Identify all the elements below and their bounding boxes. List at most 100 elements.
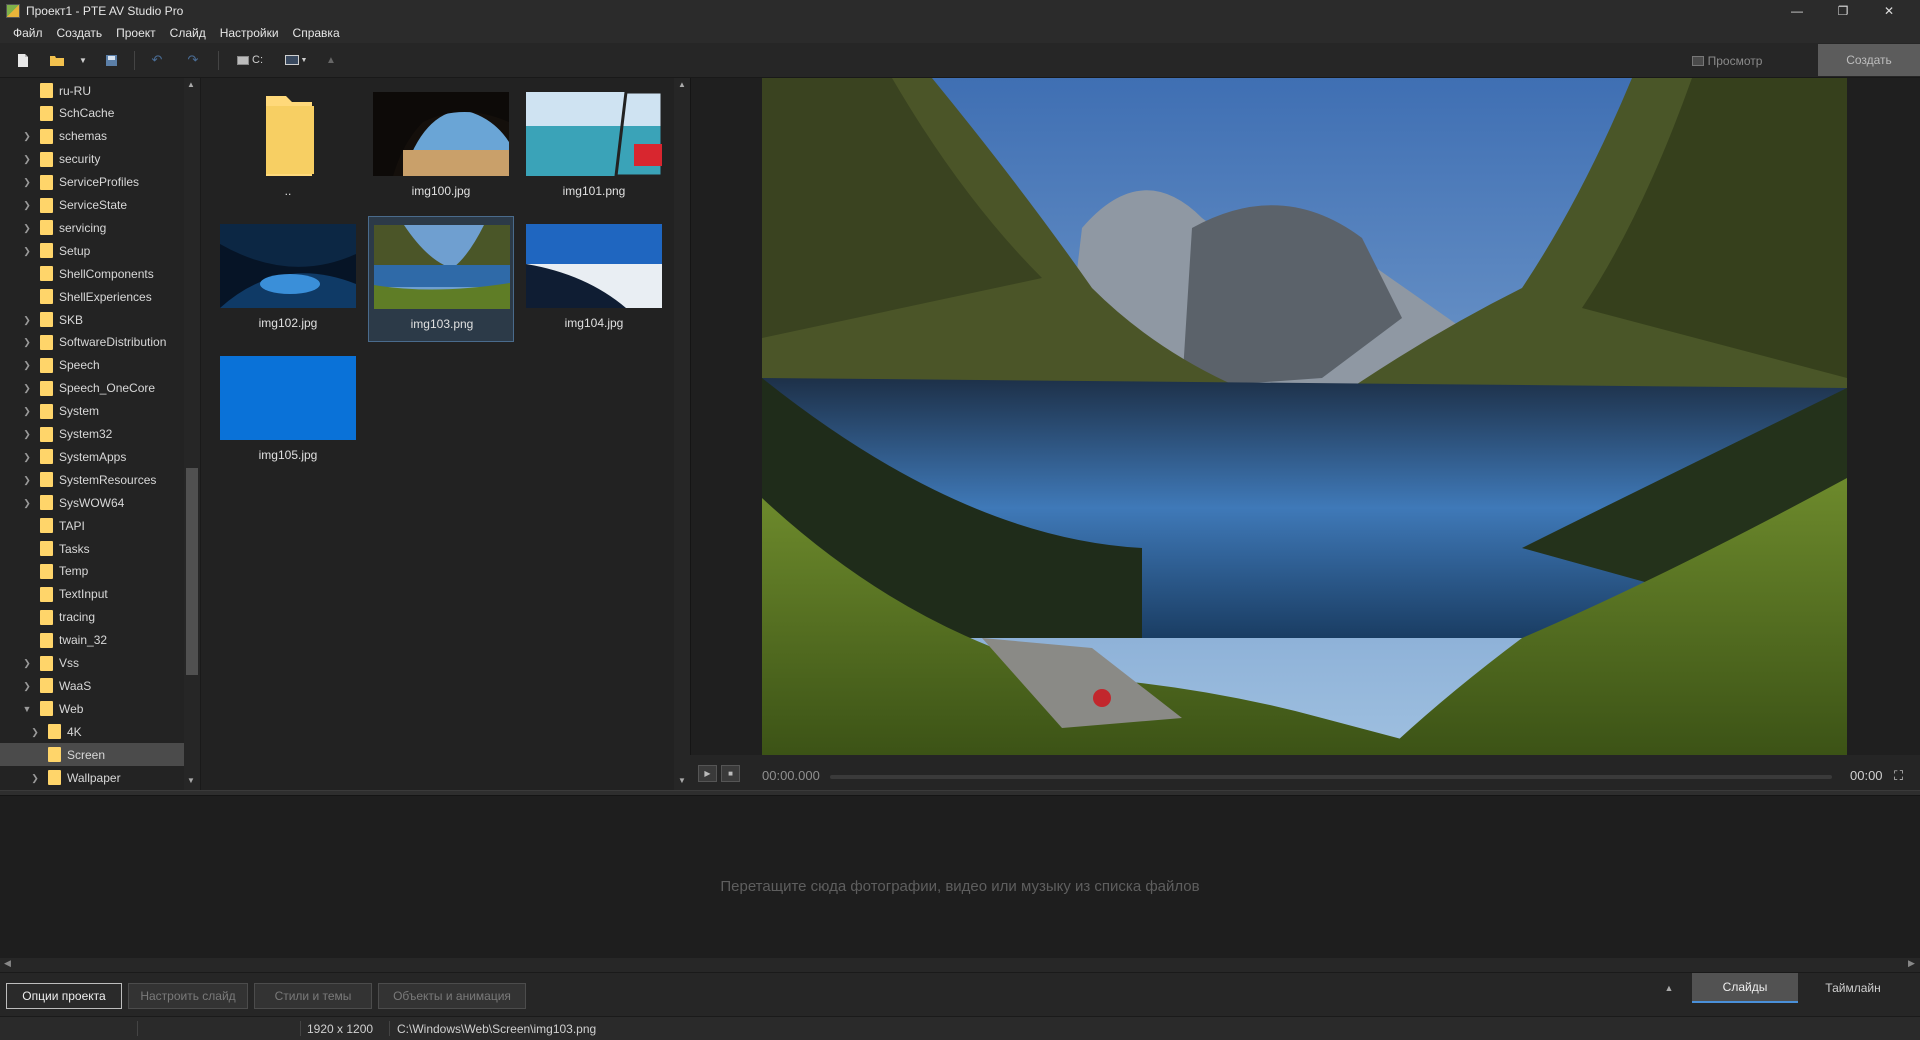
view-mode-dropdown[interactable]: ▼ xyxy=(282,51,310,69)
chevron-right-icon[interactable]: ❯ xyxy=(22,315,32,325)
tree-item[interactable]: TAPI xyxy=(0,514,184,537)
undo-icon[interactable]: ↶ xyxy=(148,51,166,69)
tree-item[interactable]: Screen xyxy=(0,743,184,767)
file-item[interactable]: img100.jpg xyxy=(368,84,514,210)
tree-item[interactable]: ❯ WaaS xyxy=(0,674,184,697)
tree-item[interactable]: ❯ SystemResources xyxy=(0,468,184,491)
tree-item[interactable]: ❯ schemas xyxy=(0,125,184,148)
open-recent-dropdown-icon[interactable]: ▼ xyxy=(78,51,88,69)
chevron-right-icon[interactable]: ❯ xyxy=(22,429,32,439)
slide-list-scrollbar[interactable]: ◀ ▶ xyxy=(0,958,1920,972)
tree-item[interactable]: ❯ Speech_OneCore xyxy=(0,377,184,400)
file-item[interactable]: .. xyxy=(215,84,361,210)
file-browser-scrollbar[interactable]: ▲ ▼ xyxy=(674,78,690,790)
new-file-icon[interactable] xyxy=(14,51,32,69)
tab-slides[interactable]: Слайды xyxy=(1692,973,1798,1003)
preview-button[interactable]: Просмотр xyxy=(1672,49,1782,73)
chevron-right-icon[interactable]: ❯ xyxy=(22,200,32,210)
tree-item[interactable]: ❯ Setup xyxy=(0,239,184,262)
chevron-right-icon[interactable]: ❯ xyxy=(22,452,32,462)
chevron-right-icon[interactable]: ❯ xyxy=(30,727,40,737)
tree-item[interactable]: ru-RU xyxy=(0,79,184,102)
tree-item[interactable]: ❯ Wallpaper xyxy=(0,766,184,789)
collapse-up-icon[interactable]: ▲ xyxy=(1658,973,1680,1003)
tree-item[interactable]: ❯ Vss xyxy=(0,652,184,675)
play-button[interactable]: ▶ xyxy=(698,765,717,782)
fullscreen-icon[interactable]: ⛶ xyxy=(1894,768,1903,784)
tree-item[interactable]: SchCache xyxy=(0,102,184,125)
folder-up-icon[interactable]: ▲ xyxy=(324,51,338,69)
file-item[interactable]: img104.jpg xyxy=(521,216,667,342)
menu-create[interactable]: Создать xyxy=(50,26,110,40)
create-button[interactable]: Создать xyxy=(1818,44,1920,76)
chevron-right-icon[interactable]: ❯ xyxy=(22,154,32,164)
styles-themes-button[interactable]: Стили и темы xyxy=(254,983,372,1009)
menu-help[interactable]: Справка xyxy=(286,26,347,40)
tree-item[interactable]: ❯ System xyxy=(0,400,184,423)
restore-button[interactable]: ❐ xyxy=(1820,0,1866,22)
save-icon[interactable] xyxy=(102,51,120,69)
chevron-right-icon[interactable]: ❯ xyxy=(22,498,32,508)
scroll-up-icon[interactable]: ▲ xyxy=(187,80,195,89)
customize-slide-button[interactable]: Настроить слайд xyxy=(128,983,248,1009)
stop-button[interactable]: ■ xyxy=(721,765,740,782)
open-folder-icon[interactable] xyxy=(48,51,66,69)
tree-item[interactable]: Tasks xyxy=(0,537,184,560)
tree-item[interactable]: ❯ security xyxy=(0,148,184,171)
redo-icon[interactable]: ↷ xyxy=(184,51,202,69)
tab-timeline[interactable]: Таймлайн xyxy=(1800,973,1906,1003)
chevron-right-icon[interactable]: ❯ xyxy=(22,337,32,347)
tree-item[interactable]: tracing xyxy=(0,606,184,629)
scroll-down-icon[interactable]: ▼ xyxy=(187,776,195,785)
tree-item[interactable]: ❯ servicing xyxy=(0,216,184,239)
chevron-right-icon[interactable]: ❯ xyxy=(22,246,32,256)
tree-item[interactable]: ❯ SystemApps xyxy=(0,445,184,468)
tree-item[interactable]: ❯ ServiceState xyxy=(0,194,184,217)
tree-item[interactable]: Temp xyxy=(0,560,184,583)
tree-item[interactable]: ShellComponents xyxy=(0,262,184,285)
tree-item[interactable]: ▼ Web xyxy=(0,697,184,720)
close-button[interactable]: ✕ xyxy=(1866,0,1912,22)
chevron-right-icon[interactable]: ❯ xyxy=(22,406,32,416)
chevron-right-icon[interactable]: ❯ xyxy=(22,658,32,668)
playback-slider[interactable] xyxy=(830,775,1832,779)
chevron-down-icon[interactable]: ▼ xyxy=(22,704,32,714)
file-item[interactable]: img102.jpg xyxy=(215,216,361,342)
tree-item[interactable]: ❯ SKB xyxy=(0,308,184,331)
project-options-button[interactable]: Опции проекта xyxy=(6,983,122,1009)
tree-item[interactable]: ShellExperiences xyxy=(0,285,184,308)
tree-item[interactable]: ❯ 4K xyxy=(0,720,184,743)
menu-settings[interactable]: Настройки xyxy=(213,26,286,40)
file-item[interactable]: img103.png xyxy=(368,216,514,342)
chevron-right-icon[interactable]: ❯ xyxy=(22,177,32,187)
scroll-up-icon[interactable]: ▲ xyxy=(678,80,686,89)
tree-item[interactable]: ❯ Speech xyxy=(0,354,184,377)
slide-list-area[interactable] xyxy=(0,796,1920,958)
objects-animation-button[interactable]: Объекты и анимация xyxy=(378,983,526,1009)
chevron-right-icon[interactable]: ❯ xyxy=(22,475,32,485)
tree-item[interactable]: ❯ SoftwareDistribution xyxy=(0,331,184,354)
chevron-right-icon[interactable]: ❯ xyxy=(22,681,32,691)
chevron-right-icon[interactable]: ❯ xyxy=(22,360,32,370)
chevron-right-icon[interactable]: ❯ xyxy=(30,773,40,783)
menu-file[interactable]: Файл xyxy=(6,26,50,40)
file-item[interactable]: img105.jpg xyxy=(215,348,361,474)
scroll-right-icon[interactable]: ▶ xyxy=(1908,958,1915,969)
folder-tree-scrollbar[interactable]: ▲ ▼ xyxy=(184,78,200,790)
file-item[interactable]: img101.png xyxy=(521,84,667,210)
chevron-right-icon[interactable]: ❯ xyxy=(22,131,32,141)
scroll-left-icon[interactable]: ◀ xyxy=(4,958,11,969)
tree-item[interactable]: ❯ SysWOW64 xyxy=(0,491,184,514)
chevron-right-icon[interactable]: ❯ xyxy=(22,383,32,393)
scroll-down-icon[interactable]: ▼ xyxy=(678,776,686,785)
tree-item[interactable]: TextInput xyxy=(0,583,184,606)
tree-item[interactable]: twain_32 xyxy=(0,629,184,652)
menu-slide[interactable]: Слайд xyxy=(163,26,213,40)
folder-tree-scroll-thumb[interactable] xyxy=(186,468,198,675)
drive-selector[interactable]: C: xyxy=(232,51,268,69)
tree-item[interactable]: ❯ ServiceProfiles xyxy=(0,171,184,194)
minimize-button[interactable]: — xyxy=(1774,0,1820,22)
tree-item[interactable]: ❯ System32 xyxy=(0,423,184,446)
menu-project[interactable]: Проект xyxy=(109,26,163,40)
chevron-right-icon[interactable]: ❯ xyxy=(22,223,32,233)
